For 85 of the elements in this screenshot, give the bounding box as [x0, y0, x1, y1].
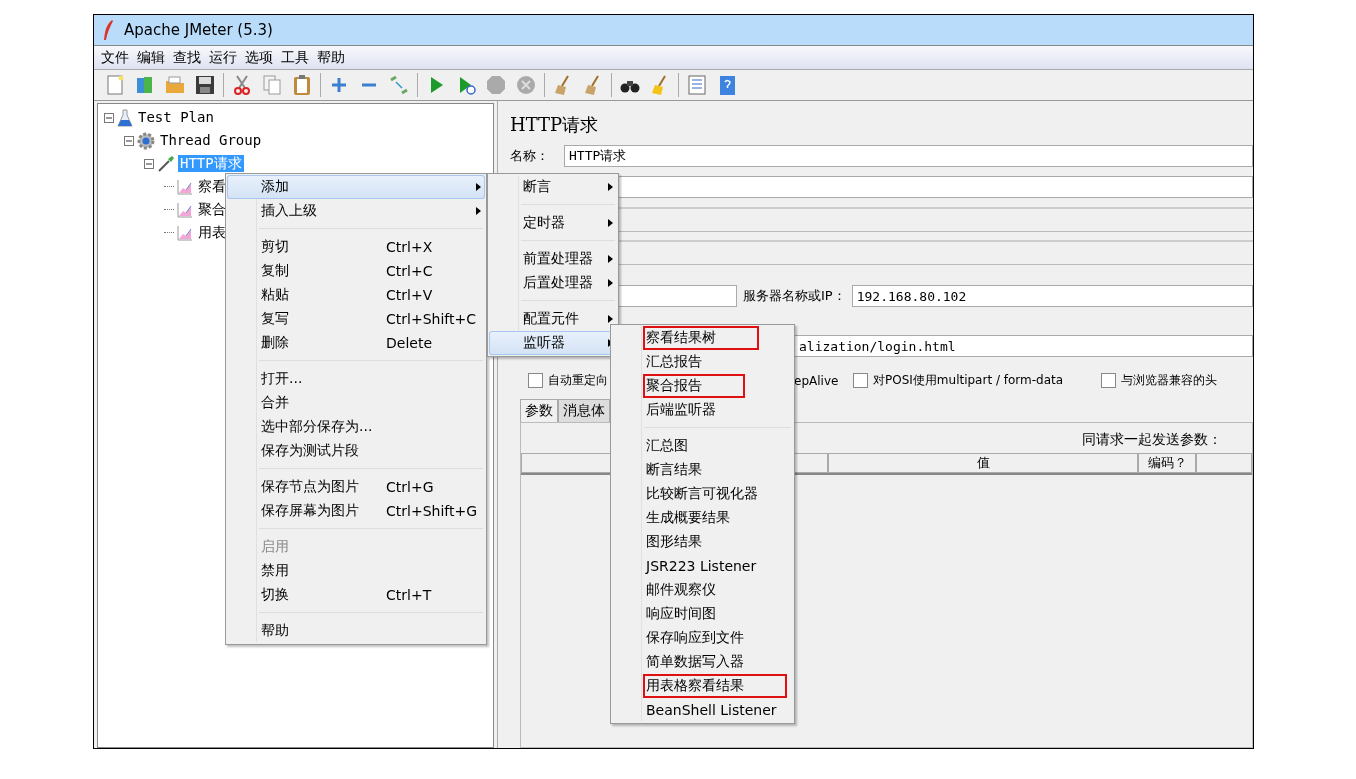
column-header: 值 [828, 453, 1138, 473]
menu-item[interactable]: 后端监听器 [646, 401, 716, 419]
doc-icon[interactable] [104, 74, 126, 96]
list-icon[interactable] [686, 74, 708, 96]
menu-item[interactable]: 后置处理器 [489, 271, 617, 295]
menu-item[interactable]: 粘贴 Ctrl+V [227, 283, 485, 307]
menu-item[interactable]: 复制 Ctrl+C [227, 259, 485, 283]
collapse-toggle-icon[interactable] [104, 112, 114, 123]
menu-item[interactable]: 察看结果树 [646, 329, 756, 347]
pipette-icon [157, 154, 175, 173]
tree-node[interactable]: Test Plan [136, 109, 216, 126]
menu-item[interactable]: 汇总报告 [646, 353, 702, 371]
table-caption: 同请求一起发送参数： [1081, 431, 1222, 449]
menu-item[interactable]: 禁用 [227, 559, 485, 583]
menu-item[interactable]: 前置处理器 [489, 247, 617, 271]
checkbox[interactable] [1101, 373, 1116, 388]
menu-item[interactable]: 选中部分保存为... [227, 415, 485, 439]
gear-icon [137, 131, 155, 150]
menu-item[interactable]: 剪切 Ctrl+X [227, 235, 485, 259]
tab[interactable]: 消息体 [558, 399, 610, 422]
path-input-field[interactable]: alization/login.html [794, 335, 1253, 357]
window-title: Apache JMeter (5.3) [124, 21, 273, 39]
menu-item[interactable]: 选项 [244, 48, 274, 67]
menu-item[interactable]: 汇总图 [646, 437, 688, 455]
checkbox-label: 与浏览器兼容的头 [1121, 372, 1217, 389]
field-label: 名称： [510, 147, 550, 165]
name-input-field[interactable]: HTTP请求 [564, 145, 1253, 167]
menu-item[interactable]: 工具 [280, 48, 310, 67]
scissors-icon[interactable] [231, 74, 253, 96]
tree-node[interactable]: 察看 [196, 178, 228, 195]
menu-item[interactable]: 删除 Delete [227, 331, 485, 355]
menu-item[interactable]: 定时器 [489, 211, 617, 235]
graph-icon [177, 178, 193, 195]
menu-item[interactable]: 配置元件 [489, 307, 617, 331]
stop-icon[interactable] [485, 74, 507, 96]
menu-item[interactable]: 用表格察看结果 [646, 677, 784, 695]
panel-title: HTTP请求 [510, 113, 600, 137]
menu-item[interactable]: 帮助 [227, 619, 485, 643]
menu-item[interactable]: 复写 Ctrl+Shift+C [227, 307, 485, 331]
copy-icon[interactable] [261, 74, 283, 96]
tree-node[interactable]: Thread Group [158, 132, 264, 149]
menu-item[interactable]: 邮件观察仪 [646, 581, 716, 599]
menu-item[interactable]: 文件 [100, 48, 130, 67]
menu-item[interactable]: 运行 [208, 48, 238, 67]
checkbox-label: epAlive [794, 373, 839, 388]
menu-item[interactable]: 编辑 [136, 48, 166, 67]
tree-node[interactable]: 用表 [196, 224, 228, 241]
checkbox[interactable] [528, 373, 543, 388]
menu-item[interactable]: BeanShell Listener [646, 702, 777, 718]
graph-icon [177, 201, 193, 218]
checkbox-label: 对POSI使用multipart / form-data [873, 372, 1064, 389]
collapse-toggle-icon[interactable] [124, 135, 134, 146]
menu-item[interactable]: 保存节点为图片 Ctrl+G [227, 475, 485, 499]
tab[interactable]: 参数 [520, 399, 558, 422]
paste-icon[interactable] [291, 74, 313, 96]
collapse-toggle-icon[interactable] [144, 158, 154, 169]
server-input-field[interactable]: 192.168.80.102 [851, 285, 1253, 307]
flask-icon [117, 108, 133, 127]
menu-item[interactable]: 生成概要结果 [646, 509, 730, 527]
field-label: 服务器名称或IP： [743, 287, 846, 305]
menu-item[interactable]: 响应时间图 [646, 605, 716, 623]
menu-item[interactable]: 断言 [489, 175, 617, 199]
menu-item[interactable]: 比较断言可视化器 [646, 485, 758, 503]
folder-icon[interactable] [164, 74, 186, 96]
graph-icon [177, 224, 193, 241]
menu-item[interactable]: 切换 Ctrl+T [227, 583, 485, 607]
menu-item[interactable]: 插入上级 [227, 199, 485, 223]
tree-node[interactable]: 聚合 [196, 201, 228, 218]
menu-item[interactable]: 保存为测试片段 [227, 439, 485, 463]
menu-item[interactable]: 合并 [227, 391, 485, 415]
menu-item[interactable]: 添加 [227, 175, 485, 199]
menu-item[interactable]: 断言结果 [646, 461, 702, 479]
feather-icon [102, 19, 114, 41]
menu-item[interactable]: 帮助 [316, 48, 346, 67]
checkbox[interactable] [853, 373, 868, 388]
menu-item[interactable]: 简单数据写入器 [646, 653, 744, 671]
column-header: 编码？ [1138, 453, 1196, 473]
menu-item[interactable]: 聚合报告 [646, 377, 742, 395]
checkbox-label: 自动重定向 [548, 372, 608, 389]
menu-item[interactable]: 保存屏幕为图片 Ctrl+Shift+G [227, 499, 485, 523]
menu-item[interactable]: 图形结果 [646, 533, 702, 551]
menu-item[interactable]: 打开... [227, 367, 485, 391]
menu-item[interactable]: 查找 [172, 48, 202, 67]
menu-item[interactable]: 保存响应到文件 [646, 629, 744, 647]
menu-item[interactable]: JSR223 Listener [646, 558, 757, 574]
